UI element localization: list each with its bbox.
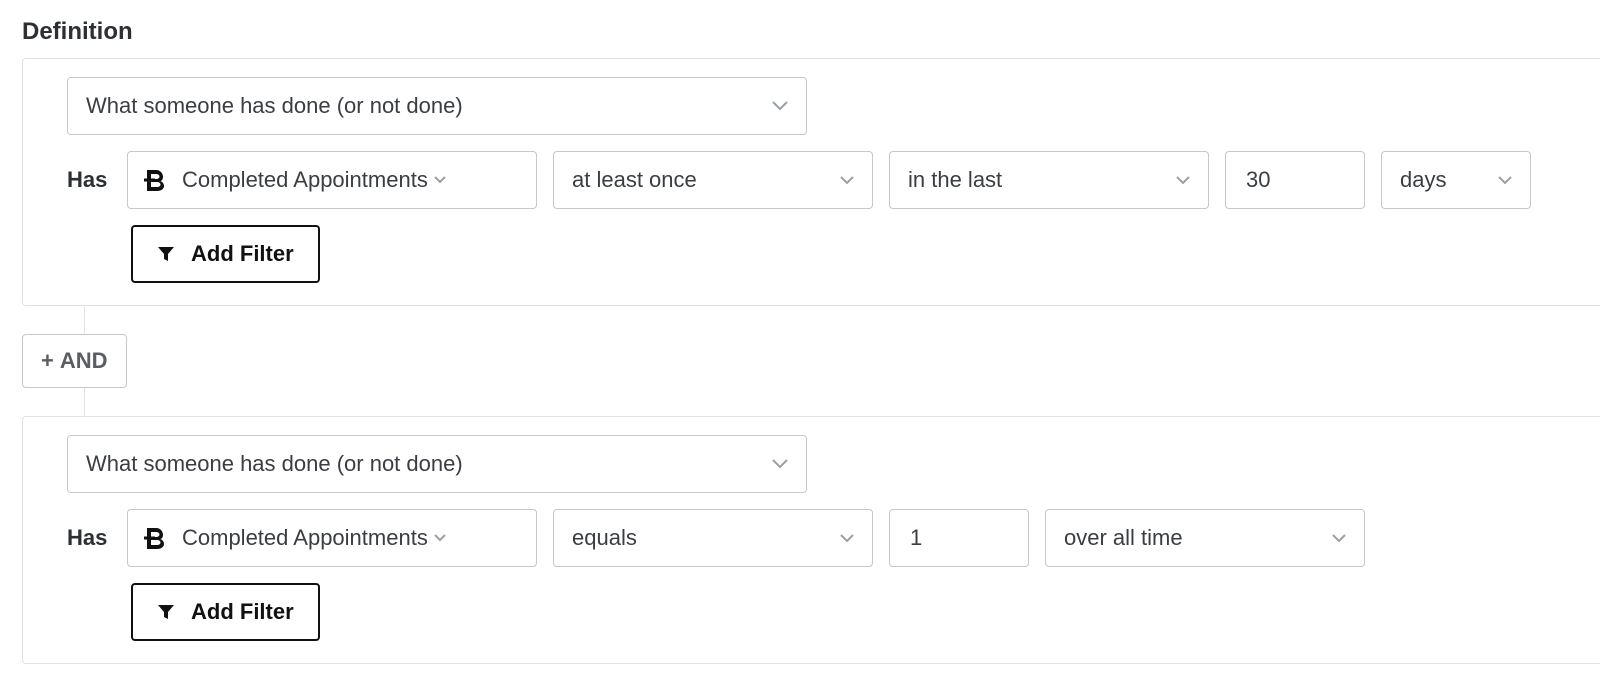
condition-type-label: What someone has done (or not done) [86, 451, 463, 477]
timerange-label: in the last [908, 167, 1002, 193]
event-label: Completed Appointments [182, 167, 428, 193]
chevron-down-icon [840, 534, 854, 543]
add-filter-label: Add Filter [191, 599, 294, 625]
chevron-down-icon [772, 101, 788, 111]
condition-type-select[interactable]: What someone has done (or not done) [67, 435, 807, 493]
chevron-down-icon [1498, 176, 1512, 185]
frequency-select[interactable]: at least once [553, 151, 873, 209]
condition-card: What someone has done (or not done) Has [22, 58, 1600, 306]
number-input-field[interactable] [908, 524, 1010, 552]
chevron-down-icon [840, 176, 854, 185]
unit-label: days [1400, 167, 1446, 193]
booker-icon [142, 167, 168, 193]
chevron-down-icon [772, 459, 788, 469]
chevron-down-icon [434, 176, 446, 184]
timerange-select[interactable]: over all time [1045, 509, 1365, 567]
and-label: AND [60, 348, 108, 374]
timerange-select[interactable]: in the last [889, 151, 1209, 209]
filter-icon [157, 245, 175, 263]
condition-type-label: What someone has done (or not done) [86, 93, 463, 119]
event-select[interactable]: Completed Appointments [127, 509, 537, 567]
filter-icon [157, 603, 175, 621]
condition-type-select[interactable]: What someone has done (or not done) [67, 77, 807, 135]
event-select[interactable]: Completed Appointments [127, 151, 537, 209]
frequency-select[interactable]: equals [553, 509, 873, 567]
condition-connector: + AND [22, 306, 1600, 416]
condition-card: What someone has done (or not done) Has [22, 416, 1600, 664]
number-input[interactable] [1225, 151, 1365, 209]
unit-select[interactable]: days [1381, 151, 1531, 209]
number-input[interactable] [889, 509, 1029, 567]
chevron-down-icon [1332, 534, 1346, 543]
add-filter-button[interactable]: Add Filter [131, 583, 320, 641]
chevron-down-icon [1176, 176, 1190, 185]
frequency-label: at least once [572, 167, 697, 193]
booker-icon [142, 525, 168, 551]
add-filter-button[interactable]: Add Filter [131, 225, 320, 283]
frequency-label: equals [572, 525, 637, 551]
plus-icon: + [41, 350, 54, 372]
section-title: Definition [22, 18, 1600, 46]
chevron-down-icon [434, 534, 446, 542]
has-label: Has [67, 525, 111, 551]
timerange-label: over all time [1064, 525, 1183, 551]
number-input-field[interactable] [1244, 166, 1346, 194]
has-label: Has [67, 167, 111, 193]
event-label: Completed Appointments [182, 525, 428, 551]
and-button[interactable]: + AND [22, 334, 127, 388]
add-filter-label: Add Filter [191, 241, 294, 267]
